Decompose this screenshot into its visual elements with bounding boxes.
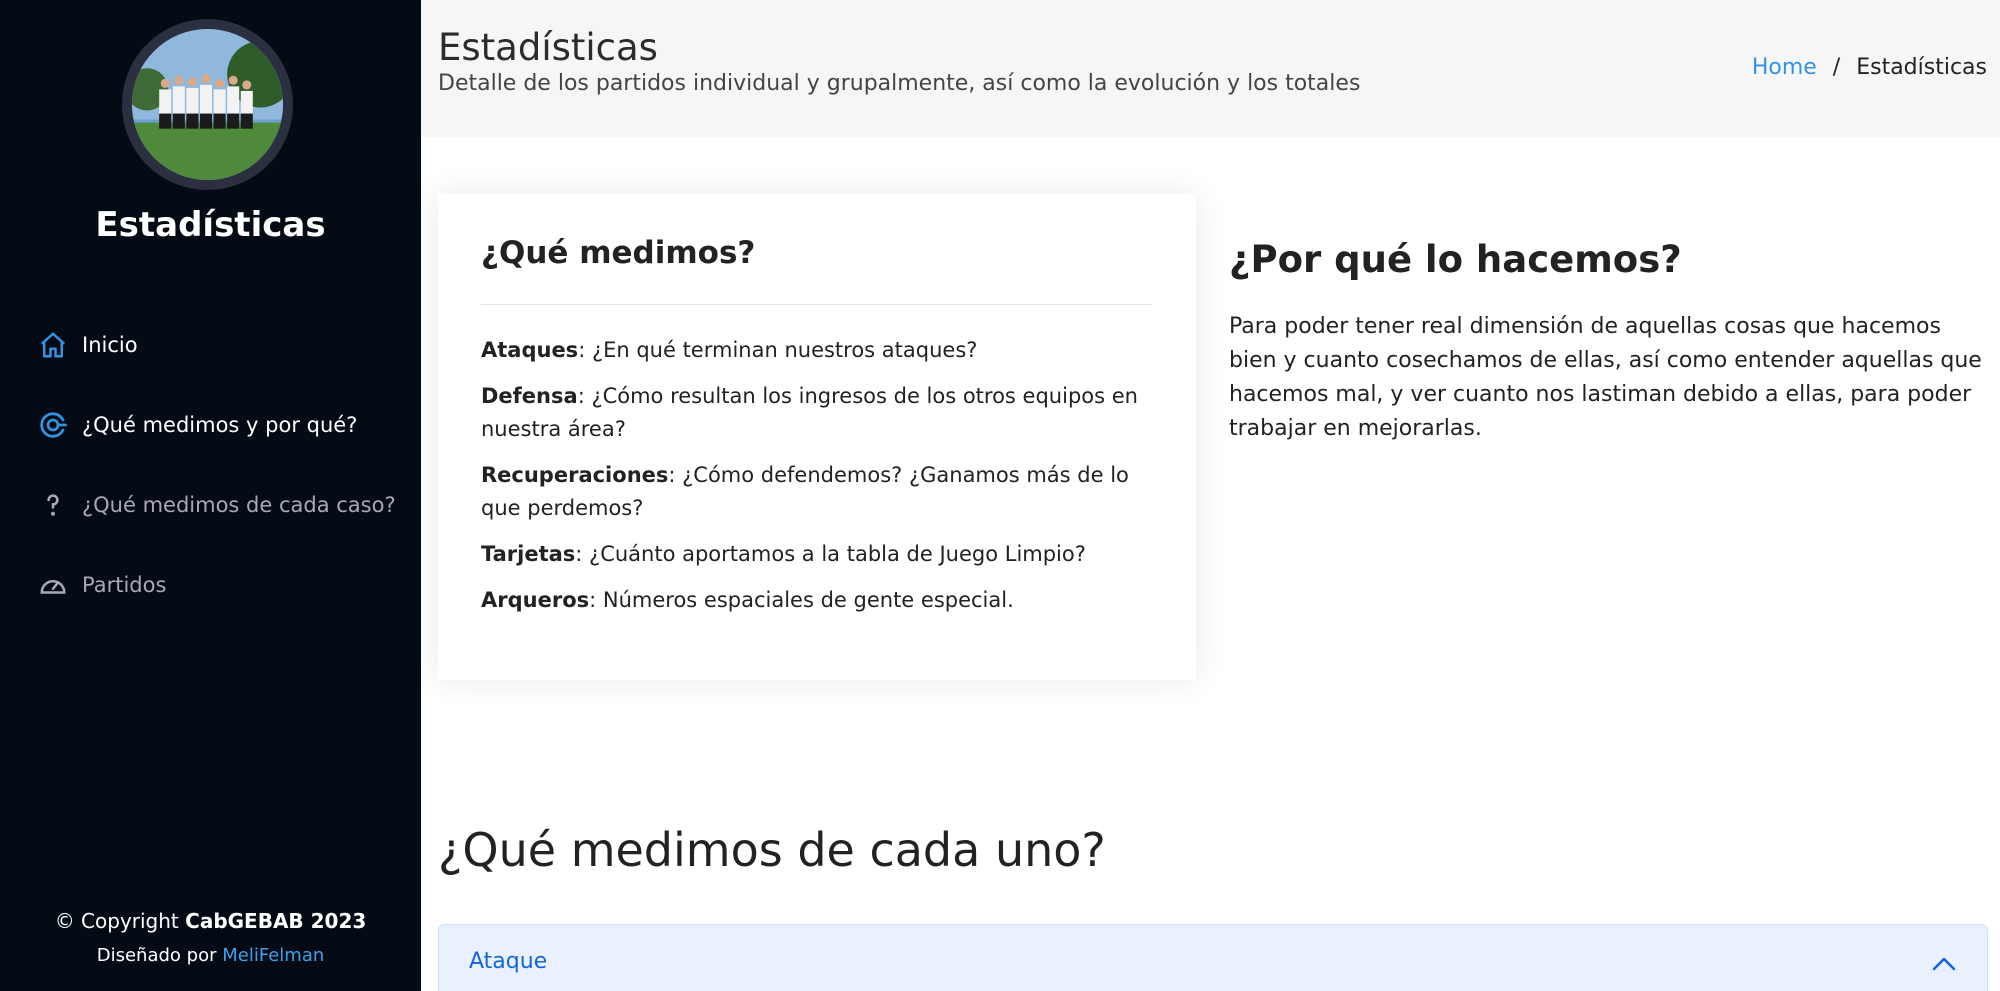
- item-text: : Números espaciales de gente especial.: [589, 588, 1014, 612]
- question-icon: [36, 488, 70, 522]
- what-we-measure-card: ¿Qué medimos? Ataques: ¿En qué terminan …: [438, 194, 1196, 680]
- sidebar-item-que-medimos[interactable]: ¿Qué medimos y por qué?: [36, 385, 396, 465]
- item-term: Defensa: [481, 384, 578, 408]
- section-title: ¿Qué medimos de cada uno?: [438, 823, 1106, 877]
- sidebar-item-label: Partidos: [82, 573, 167, 597]
- designed-by: Diseñado por MeliFelman: [0, 945, 421, 966]
- list-item: Defensa: ¿Cómo resultan los ingresos de …: [481, 380, 1161, 446]
- list-item: Recuperaciones: ¿Cómo defendemos? ¿Ganam…: [481, 459, 1161, 525]
- sidebar-item-label: ¿Qué medimos de cada caso?: [82, 493, 396, 517]
- card-title: ¿Qué medimos?: [481, 235, 756, 271]
- sidebar-item-cada-caso[interactable]: ¿Qué medimos de cada caso?: [36, 465, 396, 545]
- sidebar: Estadísticas Inicio ¿Qué medimos y por q…: [0, 0, 421, 991]
- why-text: Para poder tener real dimensión de aquel…: [1229, 314, 1982, 441]
- list-item: Tarjetas: ¿Cuánto aportamos a la tabla d…: [481, 538, 1161, 571]
- list-item: Arqueros: Números espaciales de gente es…: [481, 584, 1161, 617]
- breadcrumb-current: Estadísticas: [1856, 55, 1987, 80]
- breadcrumb-separator: /: [1832, 55, 1841, 80]
- team-photo-image: [132, 29, 283, 180]
- copyright-prefix: © Copyright: [54, 909, 179, 933]
- list-item: Ataques: ¿En qué terminan nuestros ataqu…: [481, 334, 1161, 367]
- sidebar-brand-title: Estadísticas: [95, 205, 326, 245]
- sidebar-nav: Inicio ¿Qué medimos y por qué? ¿Qué medi…: [36, 305, 396, 625]
- card-divider: [481, 304, 1152, 305]
- item-term: Tarjetas: [481, 542, 576, 566]
- page-title: Estadísticas: [438, 26, 658, 69]
- breadcrumb: Home / Estadísticas: [1752, 55, 1987, 80]
- designed-prefix: Diseñado por: [96, 945, 217, 966]
- page-subtitle: Detalle de los partidos individual y gru…: [438, 71, 1361, 96]
- page-header: Estadísticas Detalle de los partidos ind…: [421, 0, 2000, 137]
- accordion-ataque[interactable]: Ataque: [438, 924, 1988, 991]
- designer-link[interactable]: MeliFelman: [222, 945, 324, 966]
- item-text: : ¿Cuánto aportamos a la tabla de Juego …: [575, 542, 1086, 566]
- chevron-up-icon: [1932, 957, 1956, 971]
- accordion-label: Ataque: [469, 949, 548, 974]
- item-text: : ¿En qué terminan nuestros ataques?: [578, 338, 978, 362]
- home-icon: [36, 328, 70, 362]
- item-text: : ¿Cómo resultan los ingresos de los otr…: [481, 384, 1138, 441]
- copyright-owner: CabGEBAB 2023: [185, 909, 367, 933]
- sidebar-item-label: Inicio: [82, 333, 138, 357]
- sidebar-item-partidos[interactable]: Partidos: [36, 545, 396, 625]
- sidebar-item-inicio[interactable]: Inicio: [36, 305, 396, 385]
- item-term: Recuperaciones: [481, 463, 669, 487]
- speedometer-icon: [36, 568, 70, 602]
- measure-list: Ataques: ¿En qué terminan nuestros ataqu…: [481, 334, 1161, 630]
- item-term: Arqueros: [481, 588, 590, 612]
- breadcrumb-home-link[interactable]: Home: [1752, 55, 1817, 80]
- why-title: ¿Por qué lo hacemos?: [1229, 238, 1682, 281]
- copyright: © Copyright CabGEBAB 2023: [0, 909, 421, 933]
- team-photo-avatar: [122, 19, 293, 190]
- sidebar-item-label: ¿Qué medimos y por qué?: [82, 413, 358, 437]
- target-icon: [36, 408, 70, 442]
- item-term: Ataques: [481, 338, 579, 362]
